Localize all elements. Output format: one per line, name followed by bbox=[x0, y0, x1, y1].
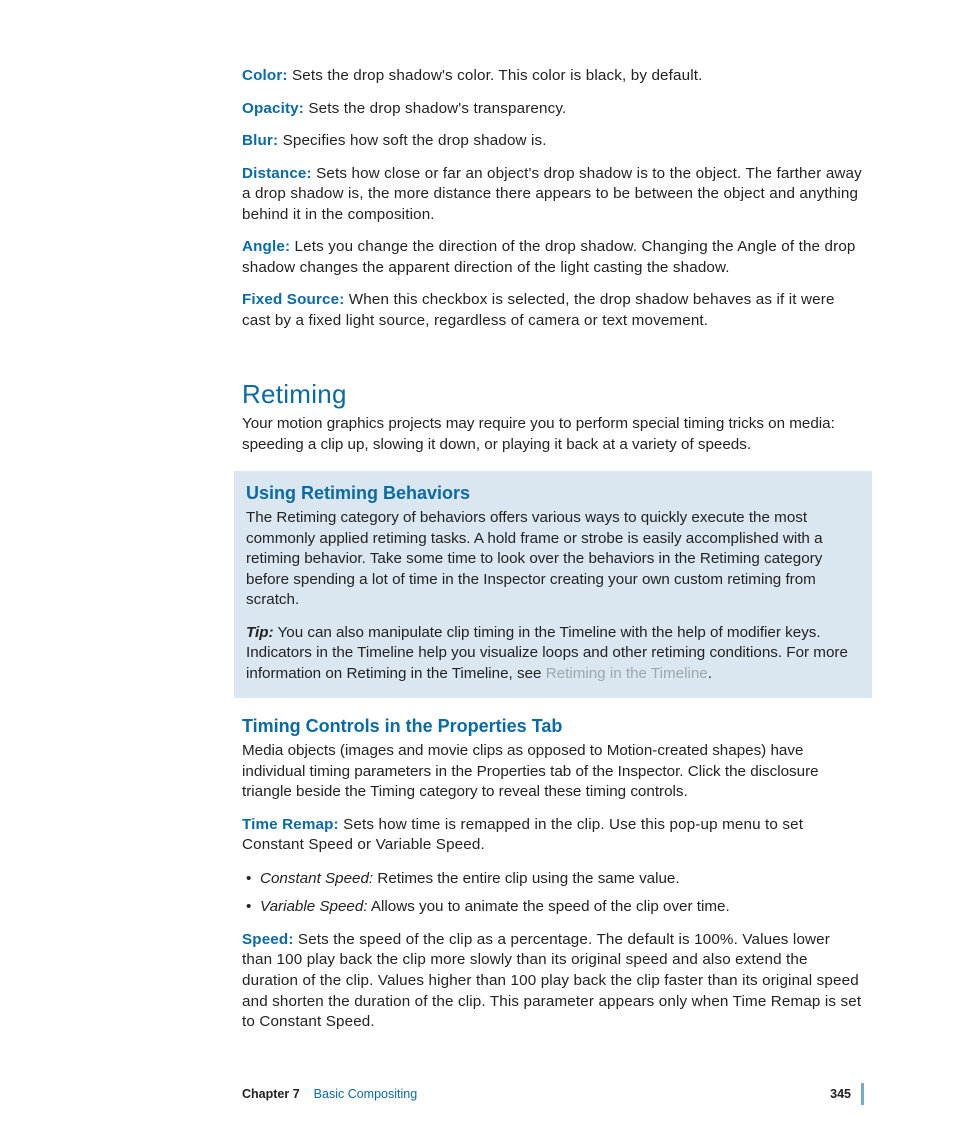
bullet-term: Constant Speed: bbox=[260, 870, 373, 887]
definition-term: Distance: bbox=[242, 165, 312, 182]
callout-title: Using Retiming Behaviors bbox=[246, 483, 860, 504]
callout-tip: Tip: You can also manipulate clip timing… bbox=[246, 623, 860, 685]
param-desc: Sets the speed of the clip as a percenta… bbox=[242, 931, 861, 1030]
definition-item: Blur: Specifies how soft the drop shadow… bbox=[242, 131, 864, 152]
definition-term: Angle: bbox=[242, 238, 290, 255]
bullet-item: Constant Speed: Retimes the entire clip … bbox=[242, 868, 864, 890]
footer-left: Chapter 7 Basic Compositing bbox=[242, 1087, 417, 1101]
definition-desc: Sets how close or far an object's drop s… bbox=[242, 165, 862, 223]
page-footer: Chapter 7 Basic Compositing 345 bbox=[242, 1083, 864, 1105]
callout-box: Using Retiming Behaviors The Retiming ca… bbox=[234, 471, 872, 698]
param-item: Time Remap: Sets how time is remapped in… bbox=[242, 815, 864, 856]
bullet-term: Variable Speed: bbox=[260, 898, 368, 915]
content-column: Color: Sets the drop shadow's color. Thi… bbox=[242, 66, 864, 1033]
definition-item: Fixed Source: When this checkbox is sele… bbox=[242, 290, 864, 331]
definition-desc: Sets the drop shadow's transparency. bbox=[304, 100, 566, 117]
callout-body: The Retiming category of behaviors offer… bbox=[246, 508, 860, 611]
page-number: 345 bbox=[830, 1087, 851, 1101]
tip-text-post: . bbox=[708, 665, 712, 682]
definition-term: Color: bbox=[242, 67, 288, 84]
definition-term: Blur: bbox=[242, 132, 278, 149]
definition-term: Fixed Source: bbox=[242, 291, 344, 308]
bullet-desc: Allows you to animate the speed of the c… bbox=[368, 898, 730, 915]
definition-item: Opacity: Sets the drop shadow's transpar… bbox=[242, 99, 864, 120]
param-item: Speed: Sets the speed of the clip as a p… bbox=[242, 930, 864, 1033]
definition-item: Angle: Lets you change the direction of … bbox=[242, 237, 864, 278]
chapter-title: Basic Compositing bbox=[314, 1087, 418, 1101]
section-paragraph: Your motion graphics projects may requir… bbox=[242, 414, 864, 455]
bullet-desc: Retimes the entire clip using the same v… bbox=[373, 870, 679, 887]
link-retiming-timeline[interactable]: Retiming in the Timeline bbox=[546, 665, 708, 682]
subsection-paragraph: Media objects (images and movie clips as… bbox=[242, 741, 864, 803]
definition-item: Distance: Sets how close or far an objec… bbox=[242, 164, 864, 226]
tip-label: Tip: bbox=[246, 624, 274, 641]
chapter-label: Chapter 7 bbox=[242, 1087, 300, 1101]
page: Color: Sets the drop shadow's color. Thi… bbox=[0, 0, 954, 1145]
section-heading-retiming: Retiming bbox=[242, 379, 864, 410]
definition-item: Color: Sets the drop shadow's color. Thi… bbox=[242, 66, 864, 87]
definition-desc: Sets the drop shadow's color. This color… bbox=[288, 67, 703, 84]
definition-desc: Lets you change the direction of the dro… bbox=[242, 238, 856, 276]
definition-desc: Specifies how soft the drop shadow is. bbox=[278, 132, 546, 149]
bullet-list: Constant Speed: Retimes the entire clip … bbox=[242, 868, 864, 918]
definition-term: Opacity: bbox=[242, 100, 304, 117]
bullet-item: Variable Speed: Allows you to animate th… bbox=[242, 896, 864, 918]
param-term: Speed: bbox=[242, 931, 298, 948]
param-term: Time Remap: bbox=[242, 816, 339, 833]
subsection-heading-timing-controls: Timing Controls in the Properties Tab bbox=[242, 716, 864, 737]
